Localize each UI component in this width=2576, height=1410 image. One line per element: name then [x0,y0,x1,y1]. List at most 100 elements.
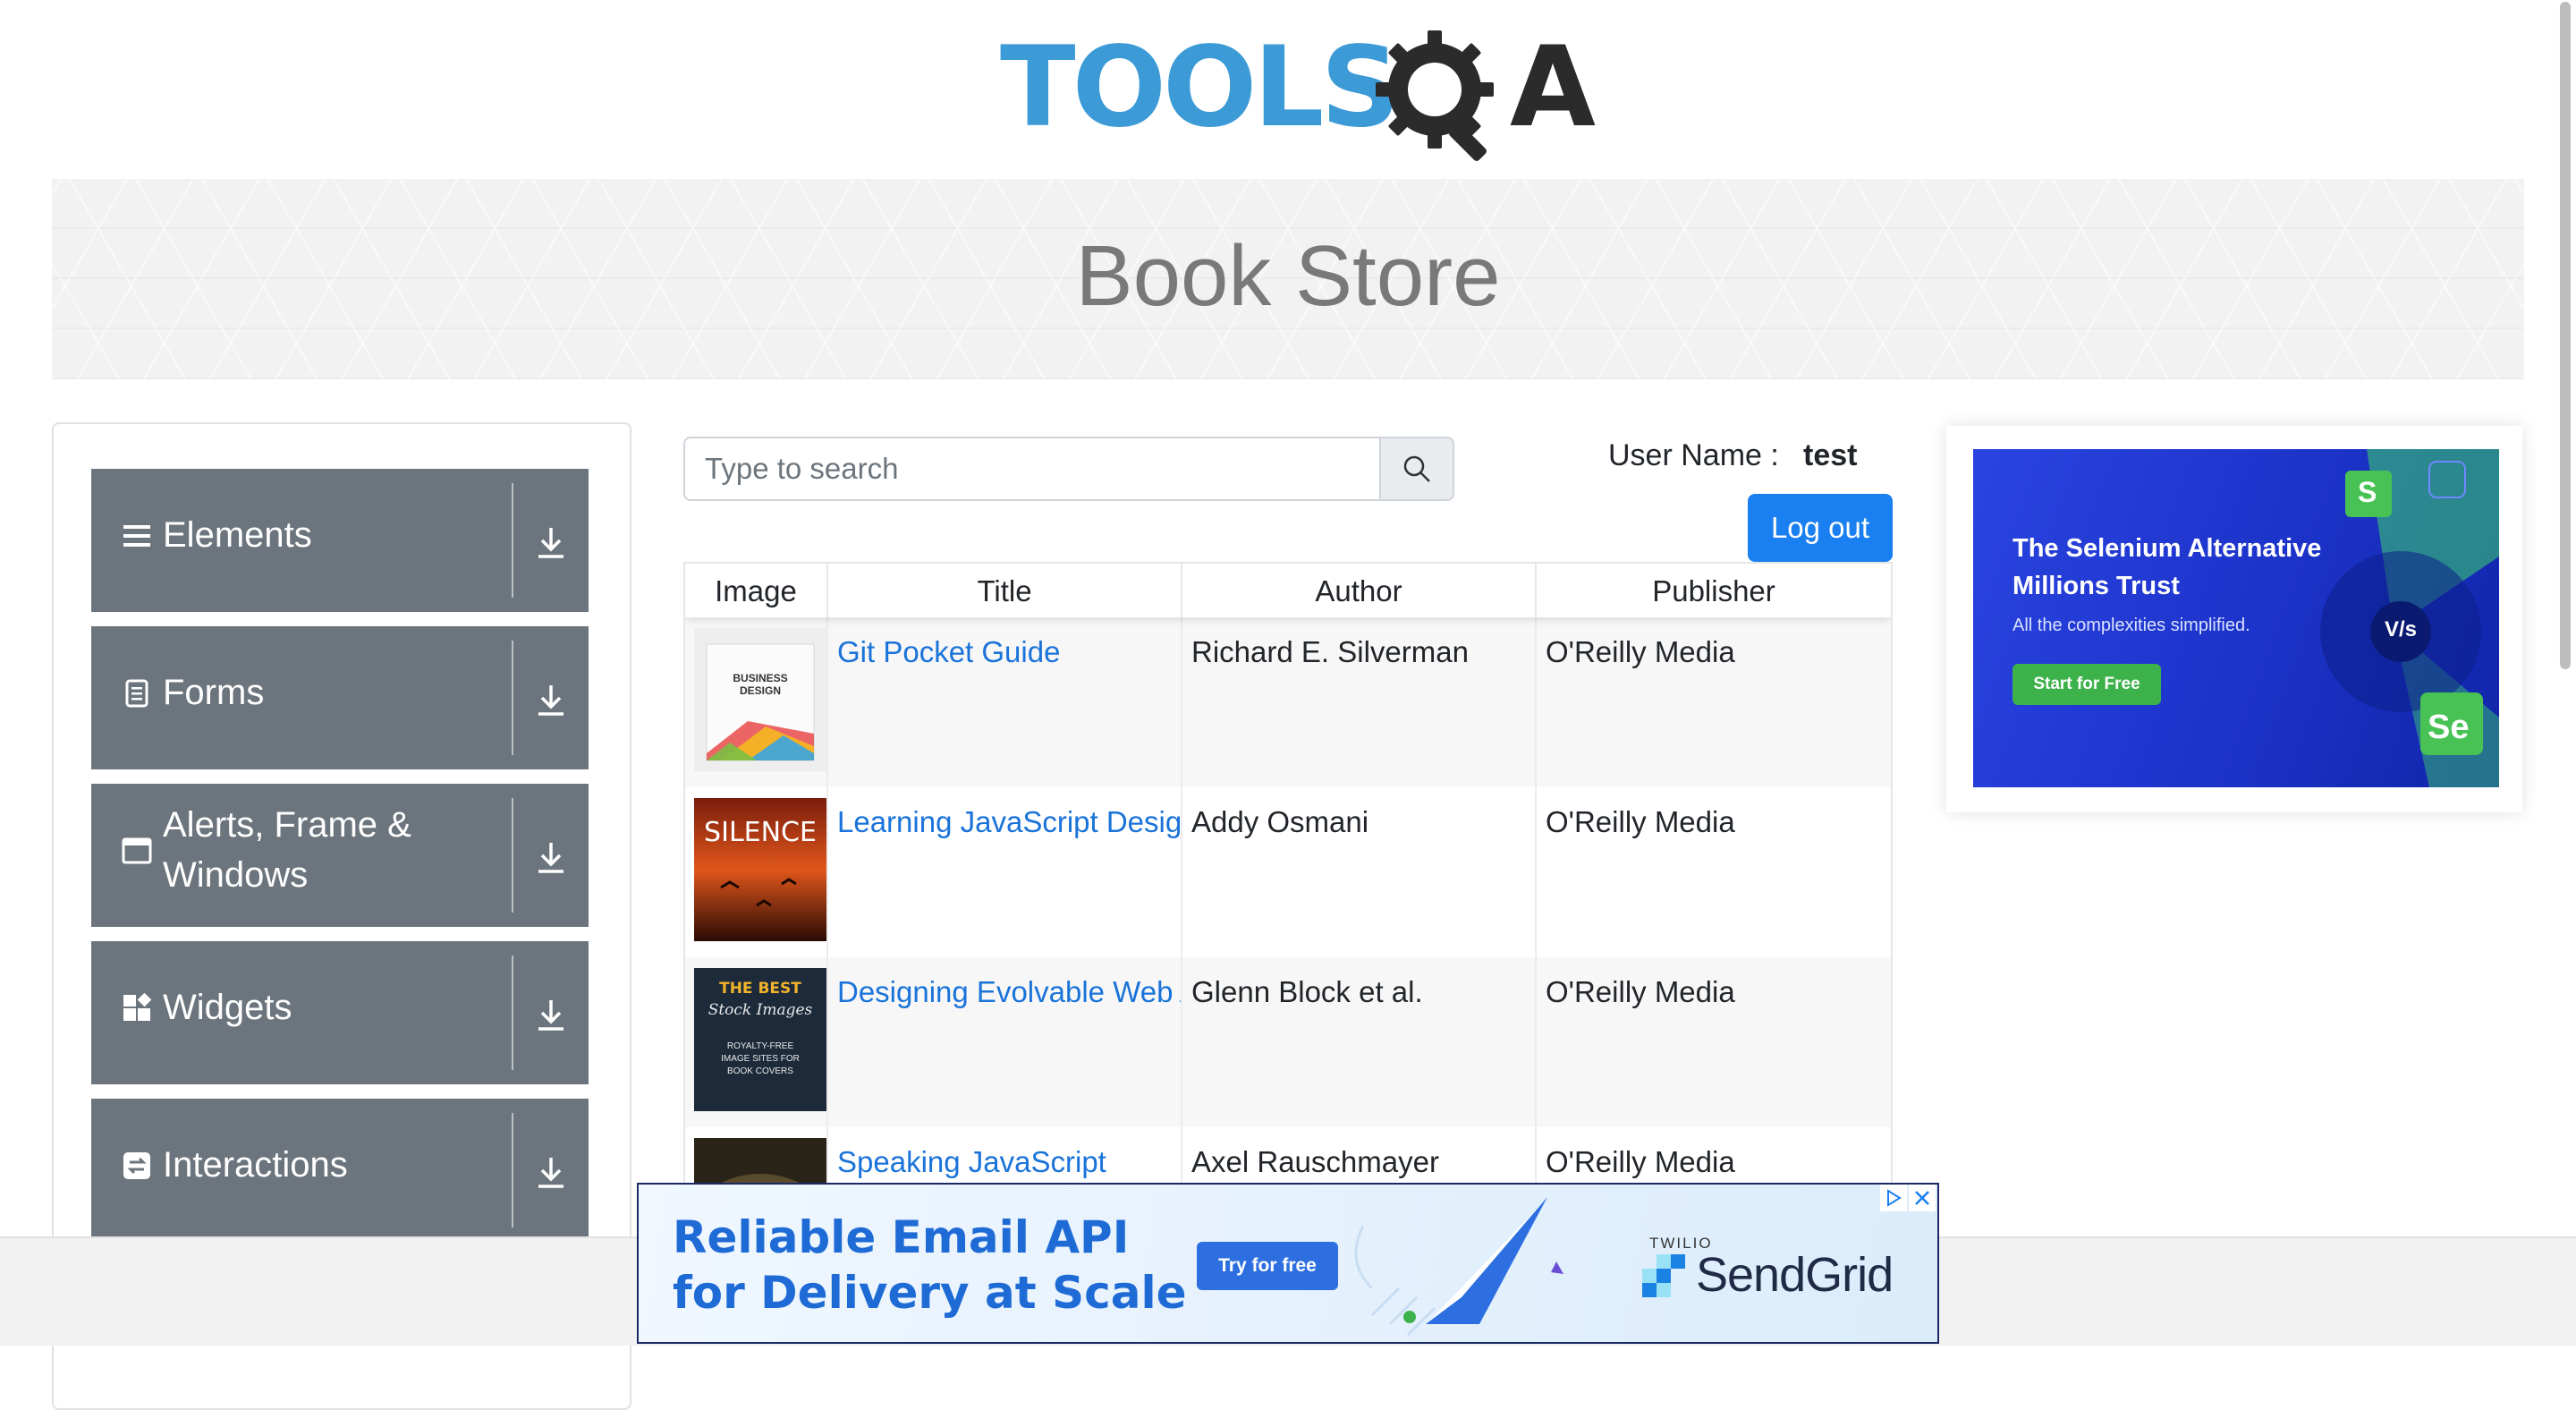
menu-icon [123,525,150,547]
cell-image: SILENCE [685,787,828,957]
download-arrow-icon[interactable] [535,524,567,560]
book-author: Addy Osmani [1191,805,1369,838]
column-header-image[interactable]: Image [685,564,828,617]
cell-author: Addy Osmani [1182,787,1537,957]
search-input[interactable] [683,437,1381,501]
cell-title: Learning JavaScript Design Patterns [828,787,1182,957]
cell-author: Richard E. Silverman [1182,617,1537,787]
sidebar-group-label: Alerts, Frame & Windows [163,805,411,895]
download-arrow-icon[interactable] [535,839,567,875]
book-publisher: O'Reilly Media [1546,1145,1735,1178]
ad-cta-button[interactable]: Try for free [1197,1242,1338,1290]
side-advertisement[interactable]: S V/s Se The Selenium Alternative Millio… [1946,426,2522,812]
cover-text: BOOK COVERS [727,1066,793,1076]
sidebar-group-forms[interactable]: Forms [91,626,589,769]
sidebar-group-label: Interactions [163,1145,348,1185]
download-arrow-icon[interactable] [535,1154,567,1190]
bottom-advertisement[interactable]: Reliable Email API for Delivery at Scale… [637,1183,1939,1344]
user-name-label: User Name : [1608,438,1779,472]
table-row: THE BEST Stock Images ROYALTY-FREE IMAGE… [685,957,1891,1127]
table-row: SILENCE Learning JavaScript Design Patte… [685,787,1891,957]
cover-text: ROYALTY-FREE [727,1041,794,1051]
cell-publisher: O'Reilly Media [1537,787,1891,957]
cell-image: BUSINESS DESIGN [685,617,828,787]
sidebar-group-label: Widgets [163,988,292,1027]
gear-magnifier-icon [1376,30,1494,161]
search-box [683,437,1470,505]
toolsqa-logo[interactable]: TOOLS A [1000,23,1596,168]
column-header-title[interactable]: Title [828,564,1182,617]
sidebar-group-elements[interactable]: Elements [91,469,589,612]
cover-text: THE BEST [719,980,801,998]
ad-headline-line: Reliable Email API [673,1211,1130,1263]
download-arrow-icon[interactable] [535,682,567,718]
book-title-link[interactable]: Learning JavaScript Design Patterns [837,805,1181,839]
vs-badge: V/s [2385,617,2418,641]
sidebar-group-alerts-frame-windows[interactable]: Alerts, Frame & Windows [91,784,589,927]
selenium-s-badge: S [2358,476,2377,508]
cover-text: SILENCE [704,817,817,848]
cover-text: IMAGE SITES FOR [721,1054,800,1064]
book-title-link[interactable]: Designing Evolvable Web APIs with ASP.NE… [837,975,1181,1009]
ad-brand: SendGrid [1696,1248,1894,1302]
cell-image: THE BEST Stock Images ROYALTY-FREE IMAGE… [685,957,828,1127]
cell-publisher: O'Reilly Media [1537,957,1891,1127]
cover-text: Stock Images [708,1001,813,1019]
sendgrid-logo-icon [1642,1254,1685,1297]
ad-headline-line: for Delivery at Scale [673,1267,1187,1319]
ad-banner[interactable]: S V/s Se The Selenium Alternative Millio… [1973,449,2499,787]
book-title-link[interactable]: Git Pocket Guide [837,635,1060,669]
document-icon [125,679,148,708]
book-cover-image: THE BEST Stock Images ROYALTY-FREE IMAGE… [694,968,826,1111]
logo-text-a: A [1510,23,1596,152]
book-author: Glenn Block et al. [1191,975,1423,1008]
column-header-publisher[interactable]: Publisher [1537,564,1891,617]
table-header: Image Title Author Publisher [685,564,1891,617]
widgets-icon [123,993,152,1021]
ad-headline: The Selenium Alternative Millions Trust [2012,534,2322,600]
cell-title: Git Pocket Guide [828,617,1182,787]
book-cover-image: BUSINESS DESIGN [694,628,826,771]
column-header-author[interactable]: Author [1182,564,1537,617]
sidebar-group-label: Forms [163,673,265,712]
logo-text-tools: TOOLS [1000,23,1401,152]
cell-title: Designing Evolvable Web APIs with ASP.NE… [828,957,1182,1127]
book-publisher: O'Reilly Media [1546,635,1735,668]
ad-choices-icon[interactable] [1880,1185,1907,1211]
divider [512,956,513,1070]
logout-button[interactable]: Log out [1748,494,1893,562]
search-icon [1403,455,1430,482]
cover-text: DESIGN [740,684,781,697]
book-publisher: O'Reilly Media [1546,805,1735,838]
cell-publisher: O'Reilly Media [1537,617,1891,787]
book-publisher: O'Reilly Media [1546,975,1735,1008]
search-button[interactable] [1379,437,1454,501]
interactions-icon [123,1152,150,1179]
window-icon [122,837,152,864]
table-row: BUSINESS DESIGN Git Pocket Guide Richard… [685,617,1891,787]
divider [512,798,513,913]
cover-text: BUSINESS [733,672,787,684]
ad-close-icon[interactable] [1909,1185,1936,1211]
page-banner: Book Store [52,179,2524,379]
divider [512,1113,513,1227]
ad-cta-button[interactable]: Start for Free [2012,664,2161,705]
divider [512,483,513,598]
sidebar-group-label: Elements [163,515,312,555]
book-author: Axel Rauschmayer [1191,1145,1439,1178]
page-title: Book Store [1075,228,1501,324]
cell-author: Glenn Block et al. [1182,957,1537,1127]
book-title-link[interactable]: Speaking JavaScript [837,1145,1106,1179]
paper-plane-icon [1354,1197,1563,1337]
scrollbar-thumb[interactable] [2560,2,2571,669]
books-table: Image Title Author Publisher BUSINESS DE… [683,562,1893,1242]
page-scrollbar[interactable] [2555,0,2576,1236]
sidebar-group-interactions[interactable]: Interactions [91,1099,589,1242]
book-author: Richard E. Silverman [1191,635,1469,668]
book-cover-image: SILENCE [694,798,826,941]
divider [512,641,513,755]
selenium-se-badge: Se [2428,709,2470,746]
sidebar-group-widgets[interactable]: Widgets [91,941,589,1084]
download-arrow-icon[interactable] [535,997,567,1032]
ad-headline: Reliable Email API for Delivery at Scale [673,1210,1187,1321]
